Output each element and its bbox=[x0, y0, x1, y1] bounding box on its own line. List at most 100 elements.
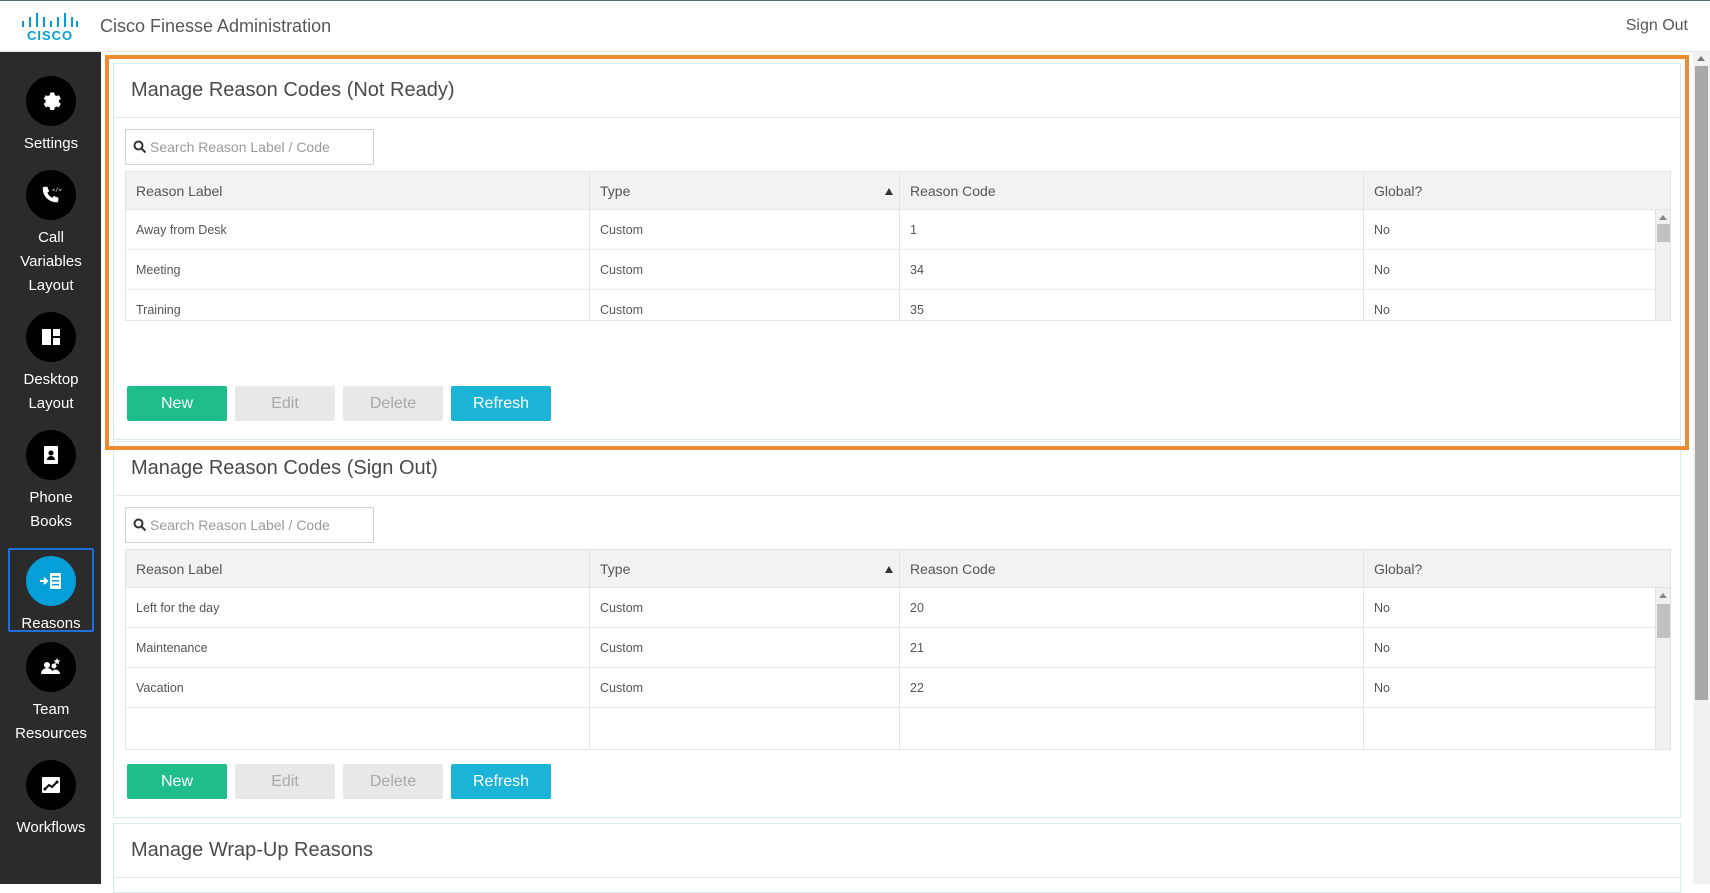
table-header: Reason Label Type Reason Code Global? bbox=[126, 550, 1670, 588]
scrollbar-thumb[interactable] bbox=[1695, 66, 1708, 700]
cell-global: No bbox=[1374, 641, 1390, 655]
column-header-global[interactable]: Global? bbox=[1364, 550, 1670, 588]
cisco-logo-bars bbox=[22, 13, 78, 27]
workflows-icon bbox=[26, 760, 76, 810]
sidebar-item-label: Workflows bbox=[16, 819, 86, 836]
cell-type: Custom bbox=[590, 628, 900, 668]
table-row[interactable]: Meeting Custom 34 No bbox=[126, 250, 1670, 290]
sign-out-link[interactable]: Sign Out bbox=[1626, 17, 1688, 35]
cell-global: No bbox=[1374, 681, 1390, 695]
table-row[interactable]: Training Custom 35 No bbox=[126, 290, 1670, 320]
search-icon bbox=[133, 140, 147, 154]
delete-button[interactable]: Delete bbox=[343, 764, 443, 799]
table-scrollbar[interactable] bbox=[1655, 210, 1670, 320]
scrollbar-thumb[interactable] bbox=[1657, 604, 1670, 638]
column-header-type[interactable]: Type bbox=[590, 172, 900, 210]
table-body: Away from Desk Custom 1 No Meeting Custo… bbox=[126, 210, 1670, 320]
sidebar-item-team-resources[interactable]: Team Resources bbox=[8, 642, 94, 746]
new-button[interactable]: New bbox=[127, 764, 227, 799]
scroll-up-arrow-icon[interactable] bbox=[1659, 215, 1667, 220]
column-header-label: Type bbox=[600, 183, 631, 199]
cell-type: Custom bbox=[590, 250, 900, 290]
table-row[interactable]: Vacation Custom 22 No bbox=[126, 668, 1670, 708]
column-header-type[interactable]: Type bbox=[590, 550, 900, 588]
phone-book-icon bbox=[26, 430, 76, 480]
cell-type: Custom bbox=[590, 210, 900, 250]
cell-global: No bbox=[1374, 223, 1390, 237]
scrollbar-thumb[interactable] bbox=[1657, 224, 1670, 242]
call-variables-icon: </> bbox=[26, 170, 76, 220]
sidebar-item-settings[interactable]: Settings bbox=[8, 76, 94, 156]
scroll-up-arrow-icon[interactable] bbox=[1697, 56, 1705, 61]
column-header-label: Type bbox=[600, 561, 631, 577]
panel-wrap-up-reasons: Manage Wrap-Up Reasons bbox=[113, 823, 1681, 893]
reason-codes-table: Reason Label Type Reason Code Global? Le… bbox=[125, 549, 1671, 750]
sidebar-item-label: Team Resources bbox=[15, 701, 87, 742]
gear-icon bbox=[26, 76, 76, 126]
cell-reason-code: 20 bbox=[900, 588, 1364, 628]
cisco-logo: CISCO bbox=[22, 13, 78, 43]
sidebar-item-workflows[interactable]: Workflows bbox=[8, 760, 94, 840]
cell-reason-code: 35 bbox=[900, 290, 1364, 320]
panel-title: Manage Wrap-Up Reasons bbox=[114, 824, 1680, 878]
column-header-reason-label[interactable]: Reason Label bbox=[126, 172, 590, 210]
table-row[interactable]: Maintenance Custom 21 No bbox=[126, 628, 1670, 668]
sidebar-item-label: Reasons bbox=[21, 615, 81, 632]
column-header-global[interactable]: Global? bbox=[1364, 172, 1670, 210]
sidebar-item-label: Call Variables Layout bbox=[20, 229, 82, 294]
cell-reason-label: Left for the day bbox=[126, 588, 590, 628]
column-header-reason-code[interactable]: Reason Code bbox=[900, 172, 1364, 210]
search-box[interactable] bbox=[125, 507, 374, 543]
desktop-layout-icon bbox=[26, 312, 76, 362]
cell-reason-code: 21 bbox=[900, 628, 1364, 668]
cell-reason-label: Meeting bbox=[126, 250, 590, 290]
table-row[interactable]: Left for the day Custom 20 No bbox=[126, 588, 1670, 628]
edit-button[interactable]: Edit bbox=[235, 386, 335, 421]
table-scrollbar[interactable] bbox=[1655, 588, 1670, 749]
sidebar-item-phone-books[interactable]: Phone Books bbox=[8, 430, 94, 534]
cell-reason-label: Training bbox=[126, 290, 590, 320]
delete-button[interactable]: Delete bbox=[343, 386, 443, 421]
sidebar: Settings </> Call Variables Layout Deskt… bbox=[0, 52, 101, 884]
edit-button[interactable]: Edit bbox=[235, 764, 335, 799]
search-box[interactable] bbox=[125, 129, 374, 165]
app-header: CISCO Cisco Finesse Administration Sign … bbox=[0, 0, 1710, 52]
column-header-reason-code[interactable]: Reason Code bbox=[900, 550, 1364, 588]
page-scrollbar[interactable] bbox=[1693, 52, 1710, 884]
cell-reason-label: Vacation bbox=[126, 668, 590, 708]
table-row[interactable]: Away from Desk Custom 1 No bbox=[126, 210, 1670, 250]
sidebar-item-reasons[interactable]: Reasons bbox=[8, 548, 94, 632]
sidebar-item-call-variables-layout[interactable]: </> Call Variables Layout bbox=[8, 170, 94, 298]
cell-reason-code: 22 bbox=[900, 668, 1364, 708]
cell-type: Custom bbox=[590, 290, 900, 320]
sidebar-item-label: Desktop Layout bbox=[23, 371, 79, 412]
sort-ascending-icon bbox=[885, 188, 893, 195]
table-empty-space bbox=[126, 708, 1670, 749]
sidebar-item-label: Phone Books bbox=[29, 489, 73, 530]
refresh-button[interactable]: Refresh bbox=[451, 764, 551, 799]
cell-global: No bbox=[1374, 263, 1390, 277]
column-header-reason-label[interactable]: Reason Label bbox=[126, 550, 590, 588]
new-button[interactable]: New bbox=[127, 386, 227, 421]
panel-title: Manage Reason Codes (Not Ready) bbox=[114, 64, 1680, 118]
svg-text:</>: </> bbox=[52, 187, 62, 193]
refresh-button[interactable]: Refresh bbox=[451, 386, 551, 421]
cisco-logo-text: CISCO bbox=[27, 28, 74, 43]
panel-title: Manage Reason Codes (Sign Out) bbox=[114, 442, 1680, 496]
search-input[interactable] bbox=[150, 130, 370, 164]
sidebar-item-desktop-layout[interactable]: Desktop Layout bbox=[8, 312, 94, 416]
cell-global: No bbox=[1374, 303, 1390, 317]
cell-global: No bbox=[1374, 601, 1390, 615]
search-input[interactable] bbox=[150, 508, 370, 542]
app-title: Cisco Finesse Administration bbox=[100, 16, 332, 36]
cell-reason-code: 34 bbox=[900, 250, 1364, 290]
cell-type: Custom bbox=[590, 668, 900, 708]
panel-reason-codes-sign-out: Manage Reason Codes (Sign Out) Reason La… bbox=[113, 441, 1681, 818]
sort-ascending-icon bbox=[885, 566, 893, 573]
scroll-up-arrow-icon[interactable] bbox=[1659, 593, 1667, 598]
sidebar-item-label: Settings bbox=[23, 135, 79, 152]
cell-reason-code: 1 bbox=[900, 210, 1364, 250]
search-icon bbox=[133, 518, 147, 532]
reasons-icon bbox=[26, 556, 76, 606]
panel-reason-codes-not-ready: Manage Reason Codes (Not Ready) Reason L… bbox=[113, 63, 1681, 440]
